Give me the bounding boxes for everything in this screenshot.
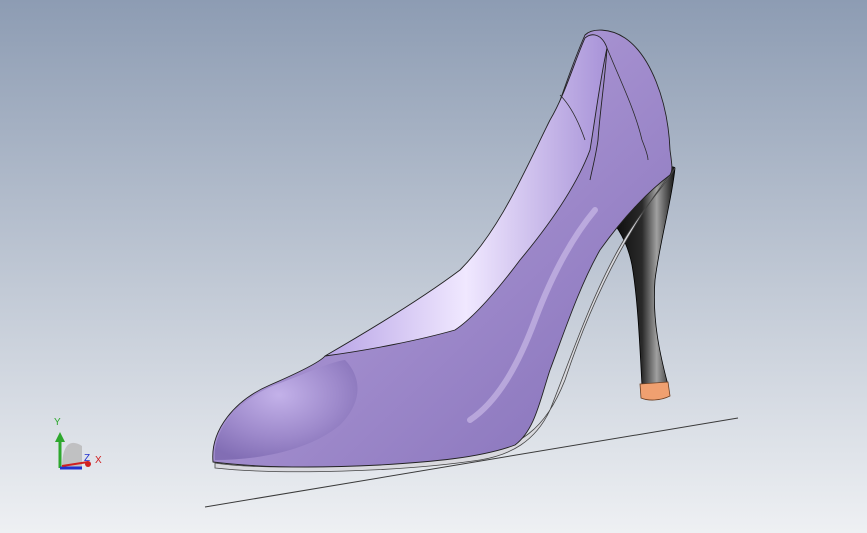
x-axis-label: X <box>95 455 102 466</box>
model-canvas[interactable]: Y Z X <box>0 0 867 533</box>
graphics-viewport[interactable]: Y Z X <box>0 0 867 533</box>
y-axis-label: Y <box>54 417 61 428</box>
heel-tip[interactable] <box>639 381 671 401</box>
z-axis-label: Z <box>84 453 90 464</box>
